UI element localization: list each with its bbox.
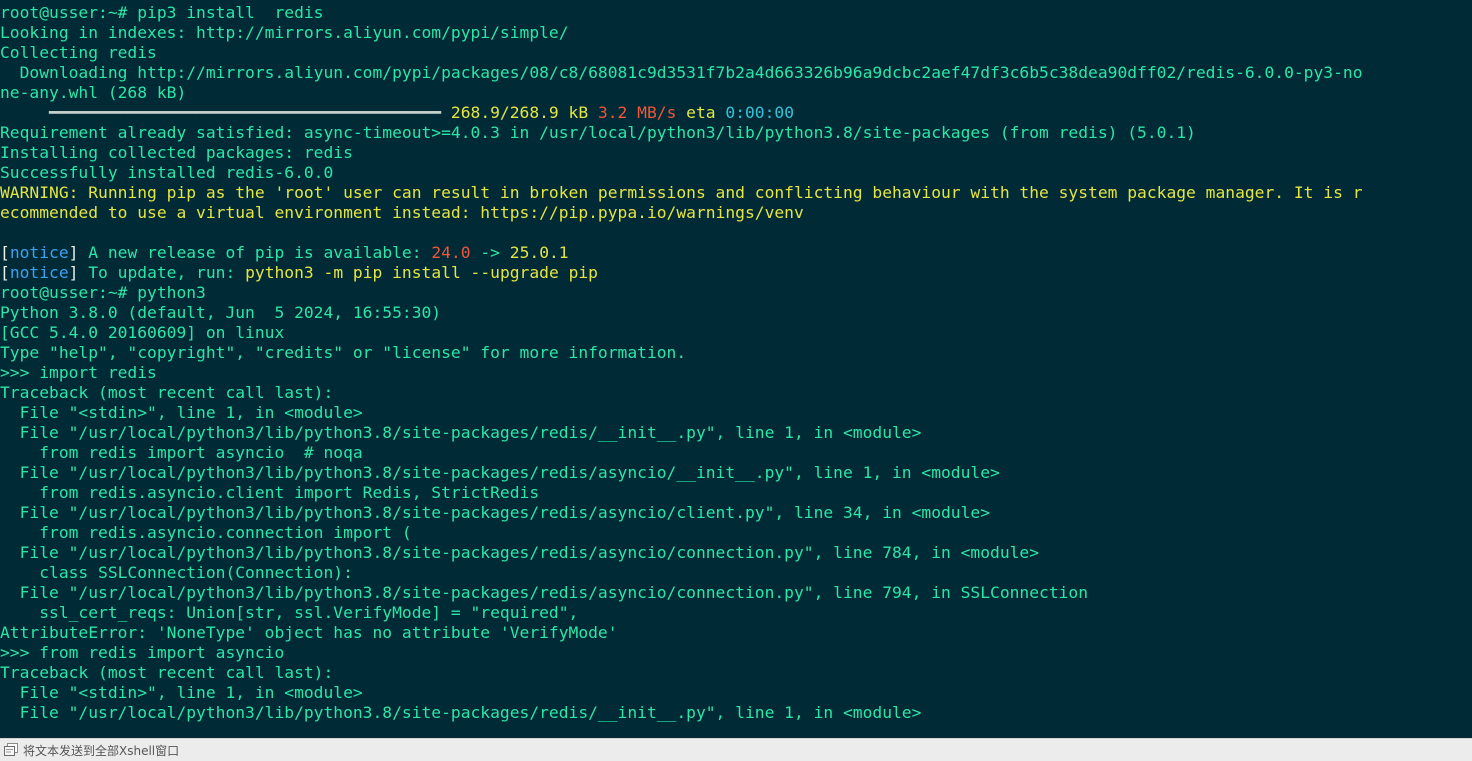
terminal-lines: root@usser:~# pip3 install redis Looking … [0, 3, 1472, 723]
terminal-text-segment: ecommended to use a virtual environment … [0, 203, 804, 222]
terminal-line: Installing collected packages: redis [0, 143, 1472, 163]
terminal-line: File "/usr/local/python3/lib/python3.8/s… [0, 423, 1472, 443]
terminal-text-segment: Type "help", "copyright", "credits" or "… [0, 343, 687, 362]
terminal-line: File "<stdin>", line 1, in <module> [0, 683, 1472, 703]
terminal-text-segment: 3.2 MB/s [597, 103, 677, 122]
terminal-line: >>> import redis [0, 363, 1472, 383]
terminal-line: >>> from redis import asyncio [0, 643, 1472, 663]
terminal-line: ne-any.whl (268 kB) [0, 83, 1472, 103]
terminal-line: [notice] A new release of pip is availab… [0, 243, 1472, 263]
terminal-text-segment: Downloading http://mirrors.aliyun.com/py… [0, 63, 1363, 82]
terminal-line: File "/usr/local/python3/lib/python3.8/s… [0, 463, 1472, 483]
terminal-line: File "/usr/local/python3/lib/python3.8/s… [0, 543, 1472, 563]
terminal-line: class SSLConnection(Connection): [0, 563, 1472, 583]
terminal-text-segment: >>> from redis import asyncio [0, 643, 285, 662]
terminal-text-segment: notice [9, 243, 69, 262]
send-to-all-sessions-icon[interactable] [4, 743, 18, 757]
terminal-text-segment: ] [68, 263, 79, 282]
terminal-text-segment: 0:00:00 [725, 103, 795, 122]
terminal-line: Successfully installed redis-6.0.0 [0, 163, 1472, 183]
terminal-text-segment: File "/usr/local/python3/lib/python3.8/s… [0, 463, 1000, 482]
terminal-text-segment: root@usser:~# pip3 install redis [0, 3, 324, 22]
terminal-text-segment: [ [0, 243, 10, 262]
terminal-line: File "/usr/local/python3/lib/python3.8/s… [0, 503, 1472, 523]
terminal-line: from redis.asyncio.connection import ( [0, 523, 1472, 543]
terminal-text-segment: ssl_cert_reqs: Union[str, ssl.VerifyMode… [0, 603, 579, 622]
terminal-text-segment: 268.9/268.9 kB [441, 103, 598, 122]
terminal-text-segment: class SSLConnection(Connection): [0, 563, 353, 582]
terminal-text-segment: from redis import asyncio # noqa [0, 443, 363, 462]
compose-bar[interactable]: 将文本发送到全部Xshell窗口 [0, 738, 1472, 761]
terminal-text-segment: [ [0, 263, 10, 282]
terminal-text-segment: File "/usr/local/python3/lib/python3.8/s… [0, 583, 1089, 602]
terminal-line: root@usser:~# python3 [0, 283, 1472, 303]
terminal-text-segment: root@usser:~# python3 [0, 283, 206, 302]
terminal-text-segment: from redis.asyncio.connection import ( [0, 523, 412, 542]
terminal-text-segment: >>> import redis [0, 363, 157, 382]
terminal-line: ssl_cert_reqs: Union[str, ssl.VerifyMode… [0, 603, 1472, 623]
terminal-text-segment: File "/usr/local/python3/lib/python3.8/s… [0, 503, 991, 522]
terminal-text-segment: To update, run: [78, 263, 246, 282]
terminal-line: WARNING: Running pip as the 'root' user … [0, 183, 1472, 203]
terminal-text-segment: ] [68, 243, 79, 262]
terminal-text-segment: -> [470, 243, 510, 262]
terminal-line: Type "help", "copyright", "credits" or "… [0, 343, 1472, 363]
terminal-line: ecommended to use a virtual environment … [0, 203, 1472, 223]
terminal-line: Collecting redis [0, 43, 1472, 63]
send-to-all-sessions-label: 将文本发送到全部Xshell窗口 [23, 743, 180, 758]
terminal-line: File "/usr/local/python3/lib/python3.8/s… [0, 703, 1472, 723]
terminal-line: ━━━━━━━━━━━━━━━━━━━━━━━━━━━━━━━━━━━━━━━━… [0, 103, 1472, 123]
terminal-text-segment: A new release of pip is available: [78, 243, 432, 262]
terminal-line: [notice] To update, run: python3 -m pip … [0, 263, 1472, 283]
terminal-line: Traceback (most recent call last): [0, 383, 1472, 403]
terminal-line: AttributeError: 'NoneType' object has no… [0, 623, 1472, 643]
terminal-text-segment: AttributeError: 'NoneType' object has no… [0, 623, 618, 642]
terminal-text-segment: [GCC 5.4.0 20160609] on linux [0, 323, 285, 342]
terminal-text-segment: WARNING: Running pip as the 'root' user … [0, 183, 1363, 202]
terminal-line: Requirement already satisfied: async-tim… [0, 123, 1472, 143]
terminal-text-segment: Requirement already satisfied: async-tim… [0, 123, 1196, 142]
terminal-text-segment: Traceback (most recent call last): [0, 663, 334, 682]
terminal-line: Python 3.8.0 (default, Jun 5 2024, 16:55… [0, 303, 1472, 323]
terminal-text-segment: File "/usr/local/python3/lib/python3.8/s… [0, 543, 1040, 562]
terminal-line: root@usser:~# pip3 install redis [0, 3, 1472, 23]
terminal-text-segment: ━━━━━━━━━━━━━━━━━━━━━━━━━━━━━━━━━━━━━━━━ [0, 103, 442, 122]
terminal-text-segment: Python 3.8.0 (default, Jun 5 2024, 16:55… [0, 303, 442, 322]
terminal-text-segment: 25.0.1 [509, 243, 569, 262]
terminal-text-segment: File "/usr/local/python3/lib/python3.8/s… [0, 423, 922, 442]
terminal-line: Traceback (most recent call last): [0, 663, 1472, 683]
terminal-text-segment: File "<stdin>", line 1, in <module> [0, 403, 363, 422]
terminal-text-segment: 24.0 [431, 243, 471, 262]
terminal-text-segment: eta [676, 103, 726, 122]
terminal-output[interactable]: root@usser:~# pip3 install redis Looking … [0, 0, 1472, 738]
terminal-line: File "/usr/local/python3/lib/python3.8/s… [0, 583, 1472, 603]
terminal-text-segment: File "/usr/local/python3/lib/python3.8/s… [0, 703, 922, 722]
terminal-text-segment: from redis.asyncio.client import Redis, … [0, 483, 540, 502]
terminal-line: from redis import asyncio # noqa [0, 443, 1472, 463]
terminal-line: File "<stdin>", line 1, in <module> [0, 403, 1472, 423]
terminal-text-segment: notice [9, 263, 69, 282]
terminal-text-segment: Successfully installed redis-6.0.0 [0, 163, 334, 182]
terminal-text-segment: ne-any.whl (268 kB) [0, 83, 187, 102]
terminal-text-segment: Looking in indexes: http://mirrors.aliyu… [0, 23, 569, 42]
terminal-line: Downloading http://mirrors.aliyun.com/py… [0, 63, 1472, 83]
terminal-line: from redis.asyncio.client import Redis, … [0, 483, 1472, 503]
terminal-line: Looking in indexes: http://mirrors.aliyu… [0, 23, 1472, 43]
terminal-text-segment: Installing collected packages: redis [0, 143, 353, 162]
terminal-text-segment: Collecting redis [0, 43, 157, 62]
terminal-line: [GCC 5.4.0 20160609] on linux [0, 323, 1472, 343]
terminal-text-segment: File "<stdin>", line 1, in <module> [0, 683, 363, 702]
terminal-text-segment: Traceback (most recent call last): [0, 383, 334, 402]
terminal-text-segment: python3 -m pip install --upgrade pip [245, 263, 598, 282]
